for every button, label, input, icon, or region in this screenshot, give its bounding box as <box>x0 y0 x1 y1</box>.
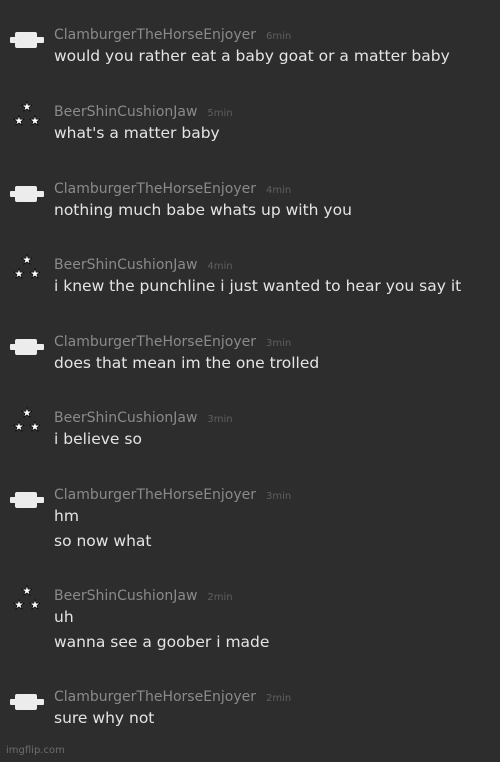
svg-text:★: ★ <box>21 253 33 268</box>
three-stars-icon[interactable]: ★ ★ ★ <box>10 253 44 283</box>
svg-text:★: ★ <box>29 598 41 612</box>
comment-text: would you rather eat a baby goat or a ma… <box>54 44 450 69</box>
comment-text: i believe so <box>54 427 142 452</box>
comment-time: 3min <box>207 414 233 425</box>
comment-time: 4min <box>207 261 233 272</box>
svg-text:★: ★ <box>29 114 41 128</box>
svg-text:★: ★ <box>29 267 41 281</box>
comment-text: does that mean im the one trolled <box>54 351 319 376</box>
white-pill-icon[interactable] <box>10 28 44 56</box>
comment-time: 2min <box>207 592 233 603</box>
white-pill-icon[interactable] <box>10 690 44 718</box>
comment-line: wanna see a goober i made <box>54 633 270 651</box>
imgflip-watermark: imgflip.com <box>6 745 65 756</box>
comment-line: nothing much babe whats up with you <box>54 201 352 219</box>
comment-line: i knew the punchline i just wanted to he… <box>54 277 462 295</box>
comment-line: what's a matter baby <box>54 124 220 142</box>
comment-text: uh wanna see a goober i made <box>54 605 269 655</box>
svg-text:★: ★ <box>21 100 33 115</box>
comment-thread: ClamburgerTheHorseEnjoyer 6min would you … <box>0 0 500 762</box>
comment-text: what's a matter baby <box>54 121 220 146</box>
svg-text:★: ★ <box>21 406 33 421</box>
comment-username[interactable]: BeerShinCushionJaw <box>54 410 197 426</box>
comment-line: hm <box>54 507 79 525</box>
comment-line: uh <box>54 608 74 626</box>
comment-text: nothing much babe whats up with you <box>54 198 352 223</box>
comment-username[interactable]: BeerShinCushionJaw <box>54 588 197 604</box>
three-stars-icon[interactable]: ★ ★ ★ <box>10 406 44 436</box>
comment-username[interactable]: ClamburgerTheHorseEnjoyer <box>54 689 256 705</box>
comment-time: 3min <box>266 338 292 349</box>
three-stars-icon[interactable]: ★ ★ ★ <box>10 584 44 614</box>
svg-text:★: ★ <box>21 584 33 599</box>
svg-text:★: ★ <box>13 598 25 612</box>
comment-line: so now what <box>54 532 152 550</box>
comment-text: sure why not <box>54 706 154 731</box>
white-pill-icon[interactable] <box>10 335 44 363</box>
comment-time: 4min <box>266 185 292 196</box>
comment-username[interactable]: ClamburgerTheHorseEnjoyer <box>54 334 256 350</box>
comment-time: 5min <box>207 108 233 119</box>
white-pill-icon[interactable] <box>10 488 44 516</box>
comment-username[interactable]: BeerShinCushionJaw <box>54 257 197 273</box>
comment-time: 3min <box>266 491 292 502</box>
comment-time: 6min <box>266 31 292 42</box>
comment-username[interactable]: ClamburgerTheHorseEnjoyer <box>54 181 256 197</box>
three-stars-icon[interactable]: ★ ★ ★ <box>10 100 44 130</box>
comment-username[interactable]: ClamburgerTheHorseEnjoyer <box>54 27 256 43</box>
comment-text: hm so now what <box>54 504 151 554</box>
comment-line: does that mean im the one trolled <box>54 354 320 372</box>
comment-line: would you rather eat a baby goat or a ma… <box>54 47 450 65</box>
svg-text:★: ★ <box>13 114 25 128</box>
comment-text: i knew the punchline i just wanted to he… <box>54 274 461 299</box>
svg-text:★: ★ <box>13 420 25 434</box>
comment-line: i believe so <box>54 430 142 448</box>
comment-username[interactable]: ClamburgerTheHorseEnjoyer <box>54 487 256 503</box>
comment-time: 2min <box>266 693 292 704</box>
comment-username[interactable]: BeerShinCushionJaw <box>54 104 197 120</box>
svg-text:★: ★ <box>13 267 25 281</box>
white-pill-icon[interactable] <box>10 182 44 210</box>
svg-text:★: ★ <box>29 420 41 434</box>
comment-line: sure why not <box>54 709 155 727</box>
